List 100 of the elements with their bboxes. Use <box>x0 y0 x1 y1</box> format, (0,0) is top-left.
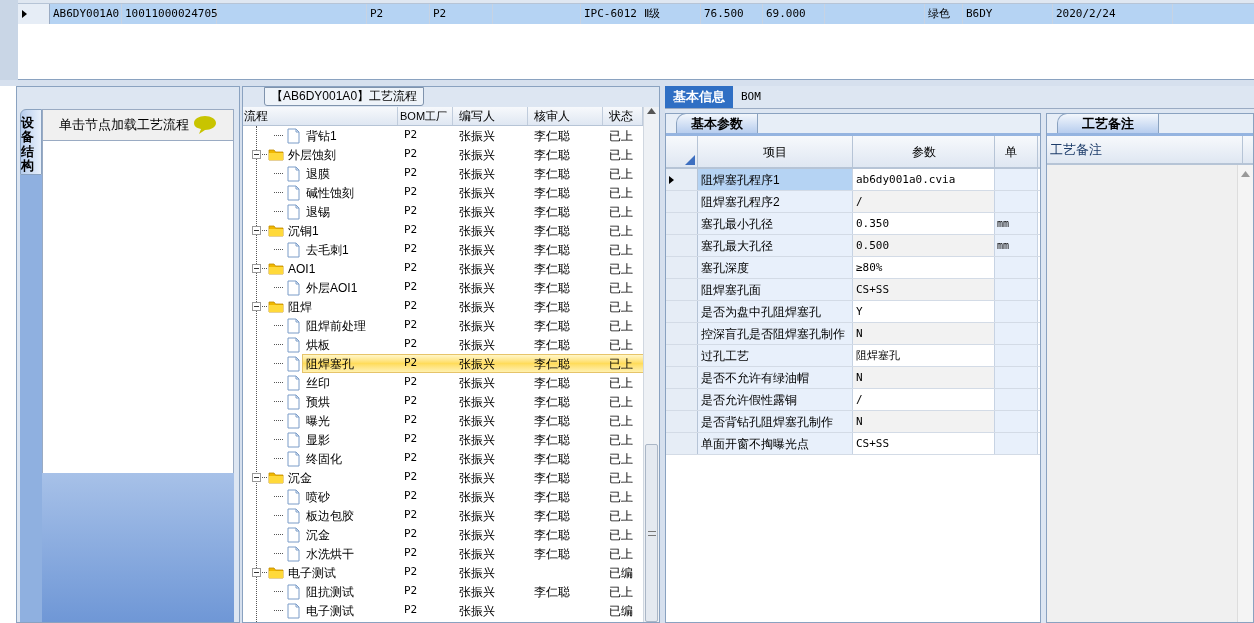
side-tab[interactable]: 设备结构 <box>20 109 42 175</box>
table-cell: 张振兴 <box>459 432 495 447</box>
tree-item[interactable]: 电子测试 <box>306 601 354 620</box>
column-header[interactable]: BOM工厂 <box>400 110 448 122</box>
table-cell[interactable]: 塞孔深度 <box>698 257 853 278</box>
table-cell: P2 <box>404 356 418 370</box>
table-cell[interactable]: 是否为盘中孔阻焊塞孔 <box>698 301 853 322</box>
table-cell: 已编 <box>609 603 633 618</box>
tree-item[interactable]: 碱性蚀刻 <box>306 183 354 202</box>
table-cell: P2 <box>370 7 384 20</box>
table-cell: N <box>853 367 995 388</box>
tab[interactable]: 基本信息 <box>665 86 733 108</box>
table-cell[interactable]: 阻焊塞孔程序2 <box>698 191 853 212</box>
table-cell: P2 <box>404 166 418 180</box>
table-cell: CS+SS <box>853 433 995 454</box>
column-header[interactable]: 单 <box>1005 142 1017 161</box>
table-cell[interactable]: 是否背钻孔阻焊塞孔制作 <box>698 411 853 432</box>
tree-item[interactable]: 沉金 <box>288 468 312 487</box>
table-cell: 76.500 <box>704 7 744 20</box>
column-header[interactable]: 流程 <box>244 109 268 123</box>
table-cell: 李仁聪 <box>534 508 570 523</box>
tree-item[interactable]: 阻焊塞孔 <box>306 354 354 373</box>
tree-item[interactable]: 烘板 <box>306 335 330 354</box>
tree-item[interactable]: 预烘 <box>306 392 330 411</box>
scrollbar-thumb[interactable] <box>645 444 658 622</box>
table-cell: 张振兴 <box>459 394 495 409</box>
collapse-icon[interactable] <box>252 568 261 577</box>
tree-item[interactable]: 沉金 <box>306 525 330 544</box>
tree-item[interactable]: 电子测试 <box>288 563 336 582</box>
table-cell: P2 <box>404 147 418 161</box>
tree-item[interactable]: 阻焊前处理 <box>306 316 366 335</box>
corner-triangle-icon[interactable] <box>685 155 695 165</box>
table-cell: 张振兴 <box>459 413 495 428</box>
tab[interactable]: BOM <box>733 86 769 108</box>
tree-item[interactable]: 外层AOI1 <box>306 278 358 297</box>
document-icon <box>286 355 302 372</box>
tree-item[interactable]: 水洗烘干 <box>306 544 354 563</box>
column-header[interactable]: 编写人 <box>459 109 495 123</box>
column-header[interactable]: 状态 <box>609 109 633 123</box>
table-cell[interactable]: 单面开窗不掏曝光点 <box>698 433 853 454</box>
sub-tab[interactable]: 基本参数 <box>676 113 758 133</box>
table-cell: 李仁聪 <box>534 413 570 428</box>
tree-item[interactable]: 阻抗测试 <box>306 582 354 601</box>
table-cell: P2 <box>404 299 418 313</box>
table-cell[interactable]: 阻焊塞孔程序1 <box>698 169 853 190</box>
column-header[interactable]: 项目 <box>763 142 787 161</box>
row-header[interactable] <box>666 169 698 190</box>
table-cell: 已上 <box>609 432 633 447</box>
table-cell[interactable]: 阻焊塞孔面 <box>698 279 853 300</box>
table-cell[interactable]: 是否不允许有绿油帽 <box>698 367 853 388</box>
tree-item[interactable]: 沉铜1 <box>288 221 319 240</box>
tree-item[interactable]: 显影 <box>306 430 330 449</box>
table-cell: 张振兴 <box>459 337 495 352</box>
table-cell: 已上 <box>609 451 633 466</box>
document-icon <box>286 488 302 505</box>
collapse-icon[interactable] <box>252 150 261 159</box>
table-cell[interactable]: 是否允许假性露铜 <box>698 389 853 410</box>
table-cell: mm <box>995 235 1038 256</box>
column-header[interactable]: 核审人 <box>534 109 570 123</box>
column-header[interactable]: 参数 <box>911 142 936 161</box>
document-icon <box>286 545 302 562</box>
tree-item[interactable]: 终固化 <box>306 449 342 468</box>
table-cell[interactable]: 控深盲孔是否阻焊塞孔制作 <box>698 323 853 344</box>
table-cell: 李仁聪 <box>534 489 570 504</box>
collapse-icon[interactable] <box>252 473 261 482</box>
table-cell: 已上 <box>609 204 633 219</box>
sub-tab[interactable]: 工艺备注 <box>1057 113 1159 133</box>
speech-bubble-icon <box>193 115 217 135</box>
tree-item[interactable]: AOI1 <box>288 259 316 278</box>
tree-item[interactable]: 外层蚀刻 <box>288 145 336 164</box>
document-icon <box>286 203 302 220</box>
tree-item[interactable]: 板边包胶 <box>306 506 354 525</box>
table-cell: P2 <box>404 318 418 332</box>
table-cell: P2 <box>404 470 418 484</box>
table-cell: P2 <box>404 413 418 427</box>
collapse-icon[interactable] <box>252 226 261 235</box>
table-cell: 张振兴 <box>459 280 495 295</box>
collapse-icon[interactable] <box>252 264 261 273</box>
tree-item[interactable]: 去毛刺1 <box>306 240 349 259</box>
document-icon <box>286 336 302 353</box>
tree-item[interactable]: 退膜 <box>306 164 330 183</box>
column-header[interactable]: 工艺备注 <box>1050 139 1102 160</box>
table-cell[interactable]: 塞孔最小孔径 <box>698 213 853 234</box>
table-cell[interactable]: 塞孔最大孔径 <box>698 235 853 256</box>
tree-item[interactable]: 喷砂 <box>306 487 330 506</box>
table-cell: 李仁聪 <box>534 147 570 162</box>
tree-item[interactable]: 退锡 <box>306 202 330 221</box>
document-icon <box>286 127 302 144</box>
table-cell: 已上 <box>609 242 633 257</box>
tree-item[interactable]: 阻焊 <box>288 297 312 316</box>
tree-item[interactable]: 曝光 <box>306 411 330 430</box>
table-cell: 已上 <box>609 318 633 333</box>
collapse-icon[interactable] <box>252 302 261 311</box>
tree-item[interactable]: 丝印 <box>306 373 330 392</box>
table-cell[interactable]: 过孔工艺 <box>698 345 853 366</box>
table-cell: 李仁聪 <box>534 318 570 333</box>
table-cell: P2 <box>433 7 447 20</box>
table-cell: 张振兴 <box>459 356 495 371</box>
grid-row[interactable]: AB6DY001A0 10011000024705 P2 P2 IPC-6012 Ⅱ级 76.500 69.000 绿色 B6DY 2020/2/24 <box>18 4 1254 24</box>
tree-item[interactable]: 背钻1 <box>306 126 337 145</box>
